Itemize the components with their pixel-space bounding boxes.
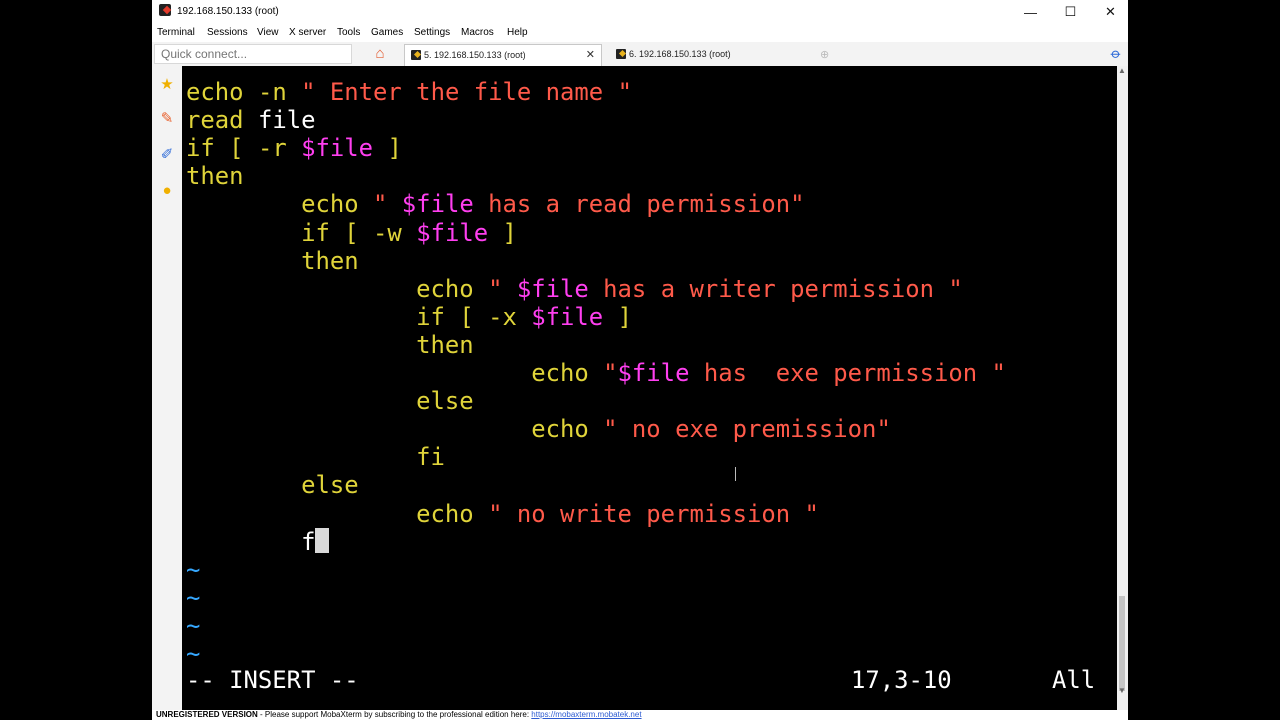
minimize-button[interactable]: —: [1011, 0, 1050, 24]
tab-session-6[interactable]: 6. 192.168.150.133 (root): [610, 44, 810, 66]
menu-sessions[interactable]: Sessions: [207, 27, 248, 38]
star-icon[interactable]: ★: [158, 76, 176, 94]
mobaxterm-app-icon: [159, 4, 171, 16]
tab-close-icon[interactable]: ✕: [586, 48, 595, 61]
menu-terminal[interactable]: Terminal: [157, 27, 195, 38]
tools-icon[interactable]: ✎: [158, 110, 176, 128]
vim-scroll-indicator: All: [1052, 666, 1096, 694]
buffer-line: else: [301, 471, 359, 500]
vim-mode-indicator: -- INSERT --: [186, 666, 359, 694]
buffer-line: if [ -r $file ]: [186, 134, 402, 163]
left-sidebar: ★ ✎ ✐ ●: [152, 66, 182, 710]
new-tab-icon[interactable]: ⊕: [820, 48, 829, 61]
empty-line-tilde: ~: [186, 583, 201, 612]
support-message: - Please support MobaXterm by subscribin…: [257, 710, 532, 719]
macros-icon[interactable]: ✐: [158, 146, 176, 164]
home-icon[interactable]: ⌂: [371, 45, 389, 63]
unregistered-label: UNREGISTERED VERSION: [156, 710, 258, 719]
menu-bar: Terminal Sessions View X server Tools Ga…: [152, 24, 1128, 42]
mobaxterm-link[interactable]: https://mobaxterm.mobatek.net: [531, 710, 641, 719]
mobaxterm-window: 192.168.150.133 (root) — ☐ ✕ Terminal Se…: [152, 0, 1128, 720]
maximize-button[interactable]: ☐: [1051, 0, 1090, 24]
buffer-line: if [ -x $file ]: [416, 302, 632, 331]
menu-settings[interactable]: Settings: [414, 27, 450, 38]
scroll-up-icon[interactable]: ▲: [1118, 66, 1126, 75]
buffer-line: then: [186, 162, 244, 191]
tab-session-5[interactable]: 5. 192.168.150.133 (root) ✕: [404, 44, 602, 66]
buffer-line: echo " $file has a read permission": [301, 190, 805, 219]
scroll-down-icon[interactable]: ▼: [1118, 686, 1126, 695]
terminal-screen[interactable]: -- INSERT -- 17,3-10 All echo -n " Enter…: [182, 66, 1117, 710]
scrollbar-thumb[interactable]: [1119, 596, 1125, 691]
empty-line-tilde: ~: [186, 611, 201, 640]
empty-line-tilde: ~: [186, 555, 201, 584]
buffer-line: echo " no exe premission": [531, 415, 891, 444]
vim-cursor-position: 17,3-10: [851, 666, 952, 694]
buffer-line: echo -n " Enter the file name ": [186, 78, 632, 106]
close-button[interactable]: ✕: [1091, 0, 1128, 24]
buffer-line: read file: [186, 106, 316, 135]
quick-connect-input[interactable]: [154, 44, 352, 64]
tab-label: 6. 192.168.150.133 (root): [629, 49, 731, 59]
buffer-line: echo " $file has a writer permission ": [416, 274, 963, 303]
menu-tools[interactable]: Tools: [337, 27, 360, 38]
menu-macros[interactable]: Macros: [461, 27, 494, 38]
empty-line-tilde: ~: [186, 640, 201, 668]
sftp-icon[interactable]: ●: [158, 182, 176, 200]
buffer-line: echo " no write permission ": [416, 499, 819, 528]
title-bar[interactable]: 192.168.150.133 (root) — ☐ ✕: [152, 0, 1128, 24]
buffer-line: else: [416, 387, 474, 416]
menu-games[interactable]: Games: [371, 27, 403, 38]
buffer-line: then: [416, 330, 474, 359]
buffer-line: if [ -w $file ]: [301, 218, 517, 247]
menu-help[interactable]: Help: [507, 27, 528, 38]
window-title: 192.168.150.133 (root): [177, 6, 279, 17]
status-footer: UNREGISTERED VERSION - Please support Mo…: [152, 710, 1128, 720]
terminal-scrollbar[interactable]: ▲ ▼: [1117, 66, 1128, 710]
tab-bar: ⌂ 5. 192.168.150.133 (root) ✕ 6. 192.168…: [152, 42, 1128, 66]
buffer-line: then: [301, 246, 359, 275]
menu-x-server[interactable]: X server: [289, 27, 326, 38]
menu-view[interactable]: View: [257, 27, 279, 38]
attachment-icon[interactable]: ⌀: [1107, 45, 1124, 63]
mouse-ibeam-cursor: [735, 467, 742, 481]
buffer-line: fi: [416, 443, 445, 472]
buffer-line: echo "$file has exe permission ": [531, 359, 1006, 387]
ssh-terminal-icon: [616, 49, 626, 59]
buffer-line: f: [186, 528, 330, 556]
text-cursor: [315, 528, 330, 554]
tab-label: 5. 192.168.150.133 (root): [424, 50, 526, 60]
ssh-terminal-icon: [411, 50, 421, 60]
